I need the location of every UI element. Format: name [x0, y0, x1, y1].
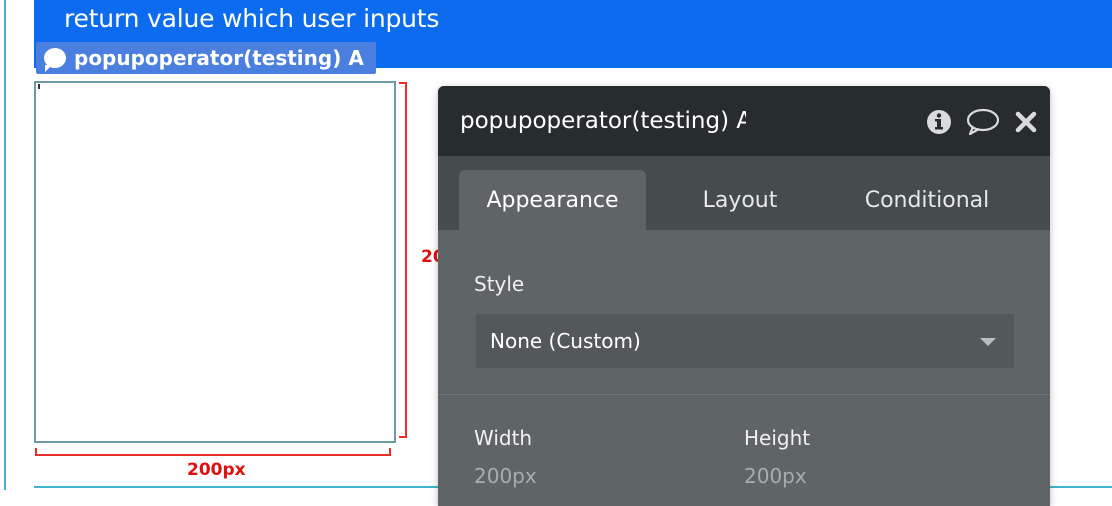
- height-ruler-cap-bottom: [399, 436, 407, 438]
- width-ruler-cap-right: [389, 448, 391, 456]
- comment-icon[interactable]: [966, 108, 1000, 136]
- element-name-tag[interactable]: popupoperator(testing) A: [36, 42, 376, 74]
- titlebar-icons: [926, 108, 1038, 136]
- header-text[interactable]: return value which user inputs: [64, 4, 439, 33]
- property-editor-panel[interactable]: popupoperator(testing) A Appearance Layo…: [438, 86, 1050, 506]
- tab-appearance[interactable]: Appearance: [459, 170, 646, 230]
- width-ruler: [35, 454, 391, 456]
- section-divider: [438, 394, 1050, 395]
- width-ruler-cap-left: [35, 448, 37, 456]
- height-label: Height: [744, 426, 811, 450]
- width-input[interactable]: 200px: [474, 464, 537, 488]
- style-dropdown-value: None (Custom): [490, 329, 641, 353]
- height-ruler: [405, 82, 407, 438]
- height-ruler-cap-top: [399, 82, 407, 84]
- property-editor-title[interactable]: popupoperator(testing) A: [460, 108, 746, 134]
- resize-handle[interactable]: [38, 84, 40, 89]
- tab-conditional[interactable]: Conditional: [834, 170, 1020, 230]
- height-input[interactable]: 200px: [744, 464, 807, 488]
- tab-layout[interactable]: Layout: [648, 170, 832, 230]
- info-icon[interactable]: [926, 109, 952, 135]
- style-label: Style: [474, 272, 525, 296]
- property-editor-titlebar[interactable]: popupoperator(testing) A: [438, 86, 1050, 156]
- style-dropdown[interactable]: None (Custom): [476, 314, 1014, 368]
- width-label: Width: [474, 426, 533, 450]
- popup-element[interactable]: [34, 81, 396, 443]
- close-icon[interactable]: [1014, 110, 1038, 134]
- property-editor-tabs: Appearance Layout Conditional: [438, 156, 1050, 230]
- element-tag-label: popupoperator(testing) A: [74, 46, 364, 70]
- chat-bubble-icon: [44, 48, 66, 72]
- height-ruler-label: 200px: [421, 247, 438, 267]
- chevron-down-icon: [980, 338, 996, 346]
- width-ruler-label: 200px: [187, 460, 246, 480]
